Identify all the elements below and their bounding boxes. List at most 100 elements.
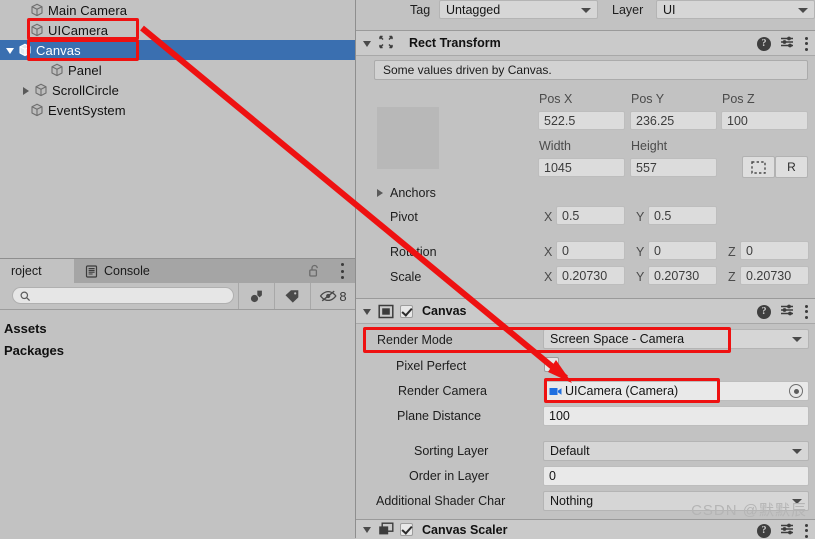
project-item-assets[interactable]: Assets bbox=[4, 321, 47, 336]
search-icon bbox=[20, 291, 31, 305]
hierarchy-item-eventsystem[interactable]: EventSystem bbox=[0, 100, 355, 120]
filter-by-type-icon[interactable] bbox=[238, 283, 274, 309]
filter-by-label-icon[interactable] bbox=[274, 283, 310, 309]
pivot-y-axis-label: Y bbox=[636, 210, 645, 224]
raw-edit-button[interactable]: R bbox=[775, 156, 808, 178]
scale-y-value: 0.20730 bbox=[654, 268, 700, 283]
canvas-enabled-checkbox[interactable] bbox=[400, 304, 413, 318]
width-field[interactable]: 1045 bbox=[538, 158, 625, 177]
tag-label: Tag bbox=[410, 3, 431, 17]
render-camera-object-field[interactable]: UICamera (Camera) bbox=[543, 381, 809, 401]
canvas-scaler-header[interactable]: Canvas Scaler ? bbox=[356, 519, 815, 539]
rect-transform-header[interactable]: Rect Transform ? bbox=[356, 30, 815, 56]
pivot-x-field[interactable]: 0.5 bbox=[556, 206, 625, 225]
kebab-menu-icon[interactable] bbox=[804, 304, 808, 319]
gameobject-icon bbox=[29, 2, 45, 18]
render-mode-label: Render Mode bbox=[377, 333, 453, 347]
rotation-y-axis-label: Y bbox=[636, 245, 645, 259]
gameobject-icon bbox=[49, 62, 65, 78]
inspector-panel: Tag Untagged Layer UI Rect Transform ? S… bbox=[356, 0, 815, 539]
hierarchy-panel: Main Camera UICamera Canvas Panel Scroll… bbox=[0, 0, 355, 258]
anchors-expander-icon[interactable] bbox=[374, 186, 387, 199]
expander-open-icon[interactable] bbox=[361, 305, 374, 318]
object-picker-icon[interactable] bbox=[789, 384, 803, 398]
tag-value: Untagged bbox=[446, 2, 501, 17]
pixel-perfect-checkbox[interactable] bbox=[544, 357, 559, 372]
hierarchy-item-panel[interactable]: Panel bbox=[0, 60, 355, 80]
render-camera-label: Render Camera bbox=[398, 384, 487, 398]
expander-open-icon[interactable] bbox=[361, 37, 374, 50]
rotation-z-value: 0 bbox=[746, 243, 753, 258]
sorting-layer-dropdown[interactable]: Default bbox=[543, 441, 809, 461]
tab-console[interactable]: Console bbox=[74, 259, 161, 283]
preset-icon[interactable] bbox=[780, 303, 795, 320]
pivot-y-value: 0.5 bbox=[654, 208, 672, 223]
scale-x-value: 0.20730 bbox=[562, 268, 608, 283]
gameobject-icon bbox=[17, 42, 33, 58]
hierarchy-item-uicamera[interactable]: UICamera bbox=[0, 20, 355, 40]
scale-y-axis-label: Y bbox=[636, 270, 645, 284]
project-item-packages[interactable]: Packages bbox=[4, 343, 64, 358]
pos-x-label: Pos X bbox=[539, 92, 573, 106]
project-tabstrip: roject Console bbox=[0, 259, 355, 284]
rotation-x-field[interactable]: 0 bbox=[556, 241, 625, 260]
help-icon[interactable]: ? bbox=[757, 36, 771, 51]
expander-closed-icon[interactable] bbox=[20, 84, 33, 97]
expander-open-icon[interactable] bbox=[361, 523, 374, 536]
pos-z-field[interactable]: 100 bbox=[721, 111, 808, 130]
canvas-component-title: Canvas bbox=[422, 304, 467, 318]
pos-y-label: Pos Y bbox=[631, 92, 665, 106]
hierarchy-item-scrollcircle[interactable]: ScrollCircle bbox=[0, 80, 355, 100]
scale-x-field[interactable]: 0.20730 bbox=[556, 266, 625, 285]
hierarchy-item-canvas[interactable]: Canvas bbox=[0, 40, 355, 60]
height-field[interactable]: 557 bbox=[630, 158, 717, 177]
tab-project[interactable]: roject bbox=[0, 259, 74, 283]
kebab-menu-icon[interactable] bbox=[804, 36, 808, 51]
kebab-menu-icon[interactable] bbox=[804, 523, 808, 538]
tag-dropdown[interactable]: Untagged bbox=[439, 0, 598, 19]
canvas-scaler-enabled-checkbox[interactable] bbox=[400, 523, 413, 536]
scale-y-field[interactable]: 0.20730 bbox=[648, 266, 717, 285]
layer-dropdown[interactable]: UI bbox=[656, 0, 815, 19]
blueprint-mode-button[interactable] bbox=[742, 156, 775, 178]
hierarchy-item-main-camera[interactable]: Main Camera bbox=[0, 0, 355, 20]
pos-x-field[interactable]: 522.5 bbox=[538, 111, 625, 130]
anchor-preview[interactable] bbox=[377, 107, 439, 169]
render-mode-dropdown[interactable]: Screen Space - Camera bbox=[543, 329, 809, 349]
expander-none bbox=[16, 24, 29, 37]
anchors-label: Anchors bbox=[390, 186, 436, 200]
plane-distance-label: Plane Distance bbox=[397, 409, 482, 423]
pixel-perfect-label: Pixel Perfect bbox=[396, 359, 467, 373]
expander-open-icon[interactable] bbox=[4, 44, 17, 57]
tab-console-label: Console bbox=[104, 264, 150, 278]
project-searchbar: 8 bbox=[0, 283, 355, 310]
gameobject-icon bbox=[29, 22, 45, 38]
help-icon[interactable]: ? bbox=[757, 304, 771, 319]
layer-value: UI bbox=[663, 2, 676, 17]
additional-shader-channels-value: Nothing bbox=[550, 494, 594, 508]
search-input[interactable] bbox=[12, 287, 234, 304]
canvas-scaler-icon bbox=[378, 522, 394, 537]
driven-values-notice: Some values driven by Canvas. bbox=[374, 60, 808, 80]
help-icon[interactable]: ? bbox=[757, 523, 771, 538]
preset-icon[interactable] bbox=[780, 522, 795, 539]
width-value: 1045 bbox=[544, 160, 572, 175]
order-in-layer-field[interactable]: 0 bbox=[543, 466, 809, 486]
pivot-y-field[interactable]: 0.5 bbox=[648, 206, 717, 225]
scale-z-field[interactable]: 0.20730 bbox=[740, 266, 809, 285]
kebab-menu-icon[interactable] bbox=[340, 263, 344, 279]
chevron-down-icon bbox=[581, 7, 591, 13]
tab-project-label: roject bbox=[11, 264, 42, 278]
pos-y-field[interactable]: 236.25 bbox=[630, 111, 717, 130]
canvas-component-header[interactable]: Canvas ? bbox=[356, 298, 815, 324]
rotation-z-axis-label: Z bbox=[728, 245, 736, 259]
preset-icon[interactable] bbox=[780, 35, 795, 52]
hidden-items-toggle[interactable]: 8 bbox=[310, 283, 355, 309]
canvas-component-icon bbox=[378, 304, 394, 319]
layer-label: Layer bbox=[612, 3, 644, 17]
plane-distance-field[interactable]: 100 bbox=[543, 406, 809, 426]
lock-open-icon[interactable] bbox=[308, 264, 321, 278]
rect-transform-icon bbox=[378, 34, 394, 53]
rotation-y-field[interactable]: 0 bbox=[648, 241, 717, 260]
rotation-z-field[interactable]: 0 bbox=[740, 241, 809, 260]
